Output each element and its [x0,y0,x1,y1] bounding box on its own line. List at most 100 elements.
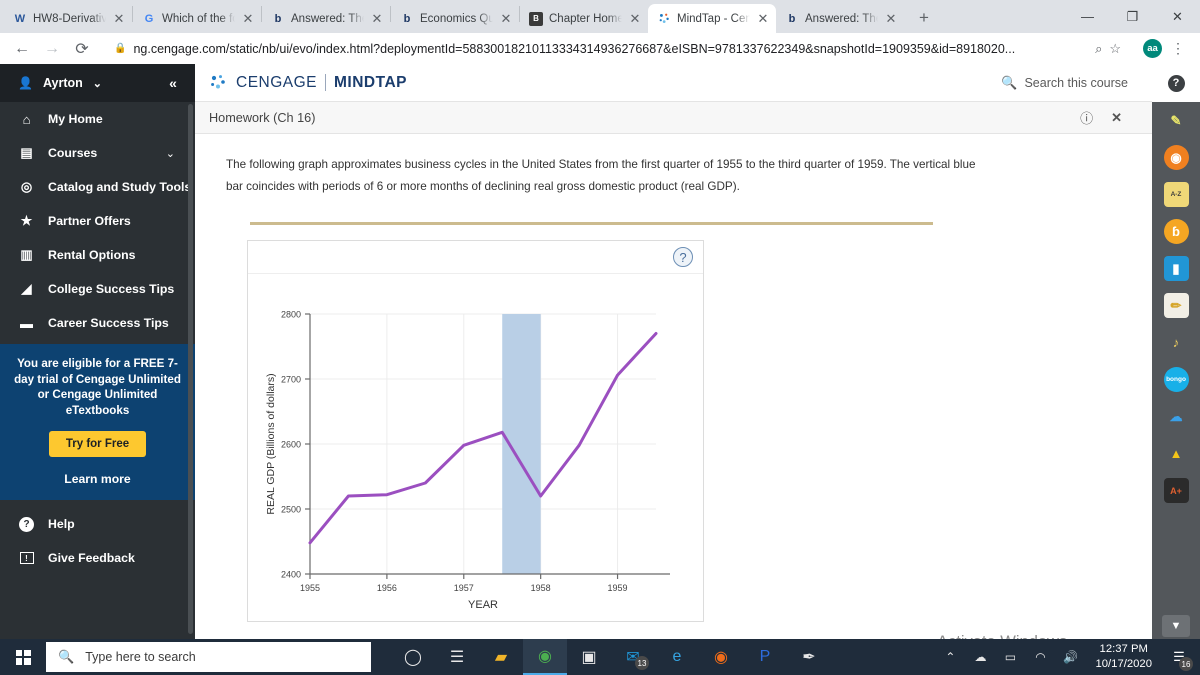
section-divider [250,222,933,225]
sidebar-item-courses[interactable]: ▤ Courses ⌄ [0,136,195,170]
show-hidden-icons-icon[interactable]: ⌃ [935,639,965,675]
address-bar[interactable]: 🔒 ng.cengage.com/static/nb/ui/evo/index.… [104,36,1131,62]
cengage-mark-icon [209,73,228,92]
taskbar-clock[interactable]: 12:37 PM 10/17/2020 [1085,642,1162,672]
dictionary-az-icon: A-Z [1163,182,1189,207]
notes-pencil-icon: ✏ [1163,293,1189,318]
windows-logo-icon[interactable] [0,639,46,675]
internet-explorer-icon[interactable]: e [655,639,699,675]
tab-close-icon[interactable]: ✕ [241,12,255,26]
close-window-button[interactable]: ✕ [1155,0,1200,33]
browser-tab[interactable]: b Answered: The f ✕ [262,4,390,33]
paint-icon[interactable]: ✒ [787,639,831,675]
question-mark-icon[interactable]: ? [673,247,693,267]
person-icon: 👤 [18,76,33,90]
sidebar-item-give-feedback[interactable]: ! Give Feedback [0,541,195,575]
tray-icon-list: ⌃ ☁ ▭ ◠ 🔊 [935,639,1085,675]
minimize-button[interactable]: — [1065,0,1110,33]
rail-item[interactable]: ɓ [1152,213,1200,250]
bongo-icon: bongo [1163,367,1189,392]
sidebar-item-college-success-tips[interactable]: ◢ College Success Tips [0,272,195,306]
firefox-icon[interactable]: ◉ [699,639,743,675]
sidebar-item-rental-options[interactable]: ▥ Rental Options [0,238,195,272]
back-icon[interactable]: ← [8,35,36,63]
tab-close-icon[interactable]: ✕ [756,12,770,26]
file-explorer-icon[interactable]: ▰ [479,639,523,675]
browser-tab[interactable]: B Chapter Homew ✕ [520,4,648,33]
course-search[interactable]: 🔍 Search this course [1001,75,1138,91]
tab-close-icon[interactable]: ✕ [112,12,126,26]
notification-count-badge: 16 [1179,657,1193,671]
chapter-icon: B [529,11,543,26]
browser-tab[interactable]: G Which of the fol ✕ [133,4,261,33]
star-icon[interactable]: ☆ [1109,41,1121,57]
battery-icon[interactable]: ▭ [995,639,1025,675]
action-center-icon[interactable]: ☰ 16 [1162,639,1196,675]
avatar[interactable]: aa [1143,39,1162,58]
sidebar-scrollbar[interactable] [188,104,193,634]
onedrive-tray-icon[interactable]: ☁ [965,639,995,675]
forward-icon[interactable]: → [38,35,66,63]
rail-collapse-icon[interactable]: ▼ [1162,615,1190,637]
firefox-icon-glyph: ◉ [714,649,728,666]
sidebar-item-catalog-and-study-tools[interactable]: ◎ Catalog and Study Tools [0,170,195,204]
rail-item[interactable]: bongo [1152,361,1200,398]
pdf-app-icon[interactable]: P [743,639,787,675]
browser-tab[interactable]: b Economics Ques ✕ [391,4,519,33]
mindtap-header: CENGAGE MINDTAP 🔍 Search this course [195,64,1152,102]
learn-more-link[interactable]: Learn more [8,472,187,486]
try-for-free-button[interactable]: Try for Free [48,431,147,457]
x-tick-label: 1959 [608,583,628,593]
taskbar-badge: 13 [635,656,649,670]
rail-item[interactable]: ◉ [1152,139,1200,176]
home-icon: ⌂ [22,111,31,127]
system-tray: ⌃ ☁ ▭ ◠ 🔊 12:37 PM 10/17/2020 ☰ 16 [935,639,1200,675]
browser-tab[interactable]: MindTap - Ceng ✕ [648,4,776,33]
taskbar-search-input[interactable]: 🔍 Type here to search [46,642,371,672]
rail-item[interactable]: ✎ [1152,102,1200,139]
sidebar-item-my-home[interactable]: ⌂ My Home [0,102,195,136]
sidebar-item-career-success-tips[interactable]: ▬ Career Success Tips [0,306,195,340]
search-icon: 🔍 [58,649,75,664]
tab-close-icon[interactable]: ✕ [884,12,898,26]
rail-item[interactable]: ♪ [1152,324,1200,361]
sidebar-item-help[interactable]: ? Help [0,507,195,541]
sidebar-item-label: Career Success Tips [48,316,169,330]
cortana-icon[interactable]: ◯ [391,639,435,675]
browser-tab[interactable]: W HW8-Derivative ✕ [4,4,132,33]
info-icon[interactable]: ⓘ [1080,108,1093,127]
rail-item[interactable]: A+ [1152,472,1200,509]
windows-taskbar: 🔍 Type here to search ◯ ☰ ▰ ◉ ▣ ✉ 13 e ◉ P ✒ ⌃ ☁ ▭ ◠ 🔊… [0,639,1200,675]
rail-item[interactable]: ✏ [1152,287,1200,324]
promo-text: You are eligible for a FREE 7-day trial … [14,357,181,417]
mail-icon[interactable]: ✉ 13 [611,639,655,675]
zoom-out-icon[interactable]: ⌕ [1095,41,1102,57]
rail-item[interactable]: ▲ [1152,435,1200,472]
browser-tab[interactable]: b Answered: The f ✕ [776,4,904,33]
rail-item[interactable]: ▮ [1152,250,1200,287]
new-tab-button[interactable]: + [910,4,938,32]
x-axis-label: YEAR [468,599,498,611]
rail-item[interactable]: ☁ [1152,398,1200,435]
url-text: ng.cengage.com/static/nb/ui/evo/index.ht… [133,41,1016,56]
rail-help-button[interactable]: ? [1152,64,1200,102]
window-controls: — ❐ ✕ [1065,0,1200,33]
kebab-menu-icon[interactable]: ⋮ [1164,35,1192,63]
sidebar-item-partner-offers[interactable]: ★ Partner Offers [0,204,195,238]
sidebar-collapse-button[interactable]: « [151,64,195,102]
mindtap-icon [657,12,671,26]
chrome-icon[interactable]: ◉ [523,639,567,675]
tab-close-icon[interactable]: ✕ [370,12,384,26]
maximize-button[interactable]: ❐ [1110,0,1155,33]
task-view-icon[interactable]: ☰ [435,639,479,675]
reload-icon[interactable]: ⟳ [68,35,96,63]
tab-close-icon[interactable]: ✕ [499,12,513,26]
microsoft-store-icon[interactable]: ▣ [567,639,611,675]
volume-icon[interactable]: 🔊 [1055,639,1085,675]
sidebar-item-label: College Success Tips [48,282,175,296]
wifi-icon[interactable]: ◠ [1025,639,1055,675]
browser-tab-title: Answered: The f [805,12,878,25]
close-icon[interactable]: ✕ [1111,110,1122,126]
tab-close-icon[interactable]: ✕ [628,12,642,26]
rail-item[interactable]: A-Z [1152,176,1200,213]
